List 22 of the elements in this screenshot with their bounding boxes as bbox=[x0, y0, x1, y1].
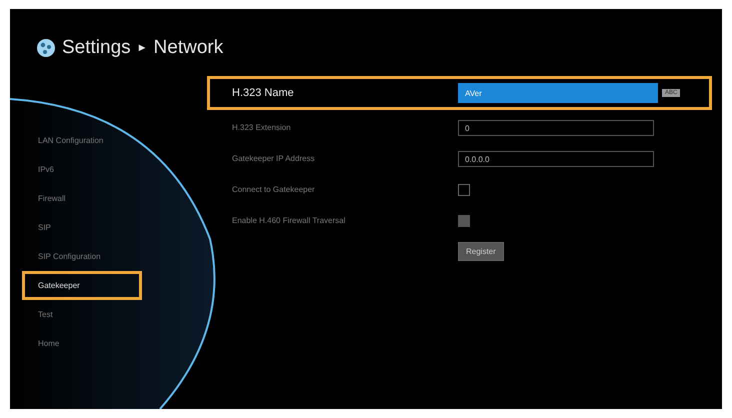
sidebar-item[interactable]: SIP bbox=[22, 213, 126, 242]
sidebar-item[interactable]: Home bbox=[22, 329, 126, 358]
checkbox[interactable] bbox=[458, 184, 470, 196]
sidebar-item[interactable]: SIP Configuration bbox=[22, 242, 126, 271]
sidebar-item[interactable]: Gatekeeper bbox=[22, 271, 142, 300]
globe-icon bbox=[36, 38, 56, 58]
input-field[interactable]: AVer bbox=[458, 83, 658, 103]
sidebar-item[interactable]: Firewall bbox=[22, 184, 126, 213]
sidebar-item[interactable]: Test bbox=[22, 300, 126, 329]
sidebar-item[interactable]: IPv6 bbox=[22, 155, 126, 184]
field-label: Gatekeeper IP Address bbox=[232, 154, 316, 163]
sidebar-item[interactable]: LAN Configuration bbox=[22, 126, 126, 155]
field-label: Connect to Gatekeeper bbox=[232, 185, 316, 194]
field-label: H.323 Name bbox=[232, 87, 295, 99]
section-title: Network bbox=[154, 37, 224, 59]
input-field[interactable]: 0.0.0.0 bbox=[458, 150, 654, 166]
register-button[interactable]: Register bbox=[458, 242, 504, 261]
input-field[interactable]: 0 bbox=[458, 120, 654, 136]
field-label: H.323 Extension bbox=[232, 123, 292, 132]
breadcrumb-separator: ► bbox=[136, 42, 148, 54]
page-title: Settings bbox=[62, 37, 131, 59]
field-label: Enable H.460 Firewall Traversal bbox=[232, 216, 346, 225]
